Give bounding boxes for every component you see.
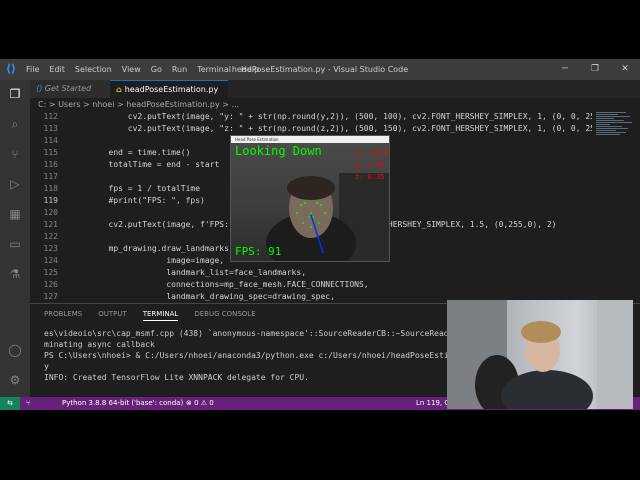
tab-terminal[interactable]: TERMINAL xyxy=(142,310,179,321)
code-line[interactable]: cv2.putText(image, "y: " + str(np.round(… xyxy=(70,111,630,123)
menu-terminal[interactable]: Terminal xyxy=(197,65,231,74)
line-number: 118 xyxy=(43,184,58,193)
explorer-icon[interactable]: ❐ xyxy=(7,86,23,102)
window-controls: ─ ❐ ✕ xyxy=(550,59,640,80)
head-direction-label: Looking Down xyxy=(235,144,322,158)
extensions-icon[interactable]: ▦ xyxy=(7,206,23,222)
menu-run[interactable]: Run xyxy=(172,65,187,74)
x-value: x: -10.0 xyxy=(355,149,389,157)
webcam-overlay xyxy=(447,300,633,409)
camera-output-window[interactable]: Head Pose Estimation Looking Down x: -10… xyxy=(230,135,390,262)
maximize-icon[interactable]: ❐ xyxy=(580,59,610,80)
tab-headpose-label: headPoseEstimation.py xyxy=(124,85,219,94)
vscode-logo-icon: ⟨⟩ xyxy=(6,62,17,75)
tab-problems[interactable]: PROBLEMS xyxy=(44,310,82,321)
line-number: 120 xyxy=(43,208,58,217)
line-number: 115 xyxy=(43,148,58,157)
close-icon[interactable]: ✕ xyxy=(610,59,640,80)
menu-bar: File Edit Selection View Go Run Terminal… xyxy=(26,59,269,80)
source-control-icon[interactable]: ⑂ xyxy=(7,146,23,162)
tab-headpose[interactable]: ⌂headPoseEstimation.py ✕ xyxy=(110,80,228,112)
z-value: z: 0.35 xyxy=(355,173,385,181)
remote-icon[interactable]: ⇆ xyxy=(0,397,20,410)
code-line[interactable]: landmark_list=face_landmarks, xyxy=(70,267,630,279)
menu-selection[interactable]: Selection xyxy=(75,65,112,74)
activity-bar: ❐ ⌕ ⑂ ▷ ▦ ▭ ⚗ ◯ ⚙ xyxy=(0,80,30,397)
line-number: 113 xyxy=(43,124,58,133)
line-number: 125 xyxy=(43,268,58,277)
line-number: 127 xyxy=(43,292,58,301)
camera-window-title: Head Pose Estimation xyxy=(231,136,389,143)
code-line[interactable]: connections=mp_face_mesh.FACE_CONNECTION… xyxy=(70,279,630,291)
tab-get-started[interactable]: ⟨⟩ Get Started xyxy=(30,80,110,98)
menu-help[interactable]: Help xyxy=(241,65,259,74)
tab-output[interactable]: OUTPUT xyxy=(98,310,127,321)
line-number: 116 xyxy=(43,160,58,169)
menu-file[interactable]: File xyxy=(26,65,39,74)
line-number-gutter: 112 113 114 115 116 117 118 119 120 121 122 123 124 1… xyxy=(30,111,58,301)
line-number: 121 xyxy=(43,220,58,229)
y-value: y: 7.42 xyxy=(355,161,385,169)
search-icon[interactable]: ⌕ xyxy=(7,116,23,132)
remote-explorer-icon[interactable]: ▭ xyxy=(7,236,23,252)
python-file-icon: ⌂ xyxy=(116,85,122,94)
minimize-icon[interactable]: ─ xyxy=(550,59,580,80)
line-number: 114 xyxy=(43,136,58,145)
tab-debug-console[interactable]: DEBUG CONSOLE xyxy=(194,310,255,321)
line-number: 117 xyxy=(43,172,58,181)
panel-tabs: PROBLEMS OUTPUT TERMINAL DEBUG CONSOLE xyxy=(44,310,272,321)
interpreter-status[interactable]: Python 3.8.8 64-bit ('base': conda) xyxy=(62,397,183,410)
settings-gear-icon[interactable]: ⚙ xyxy=(7,372,23,388)
run-debug-icon[interactable]: ▷ xyxy=(7,176,23,192)
title-bar: ⟨⟩ File Edit Selection View Go Run Termi… xyxy=(0,59,640,80)
breadcrumb[interactable]: C: > Users > nhoei > headPoseEstimation.… xyxy=(30,98,640,111)
presenter-illustration xyxy=(447,300,633,409)
line-number: 124 xyxy=(43,256,58,265)
branch-icon: ⑂ xyxy=(26,399,31,407)
testing-icon[interactable]: ⚗ xyxy=(7,266,23,282)
line-number: 126 xyxy=(43,280,58,289)
line-number: 119 xyxy=(43,196,58,205)
editor-tabs: ⟨⟩ Get Started ⌂headPoseEstimation.py ✕ xyxy=(30,80,640,112)
account-icon[interactable]: ◯ xyxy=(7,342,23,358)
menu-edit[interactable]: Edit xyxy=(49,65,65,74)
problems-status[interactable]: ⊗ 0 ⚠ 0 xyxy=(186,397,214,410)
line-number: 112 xyxy=(43,112,58,121)
menu-view[interactable]: View xyxy=(122,65,141,74)
minimap[interactable] xyxy=(592,111,640,301)
line-number: 122 xyxy=(43,232,58,241)
fps-label: FPS: 91 xyxy=(235,245,282,258)
get-started-icon: ⟨⟩ xyxy=(36,84,45,93)
code-line[interactable]: cv2.putText(image, "z: " + str(np.round(… xyxy=(70,123,630,135)
line-number: 123 xyxy=(43,244,58,253)
menu-go[interactable]: Go xyxy=(151,65,162,74)
camera-frame: Looking Down x: -10.0 y: 7.42 z: 0.35 FP… xyxy=(231,143,389,261)
tab-get-started-label: Get Started xyxy=(44,84,92,93)
